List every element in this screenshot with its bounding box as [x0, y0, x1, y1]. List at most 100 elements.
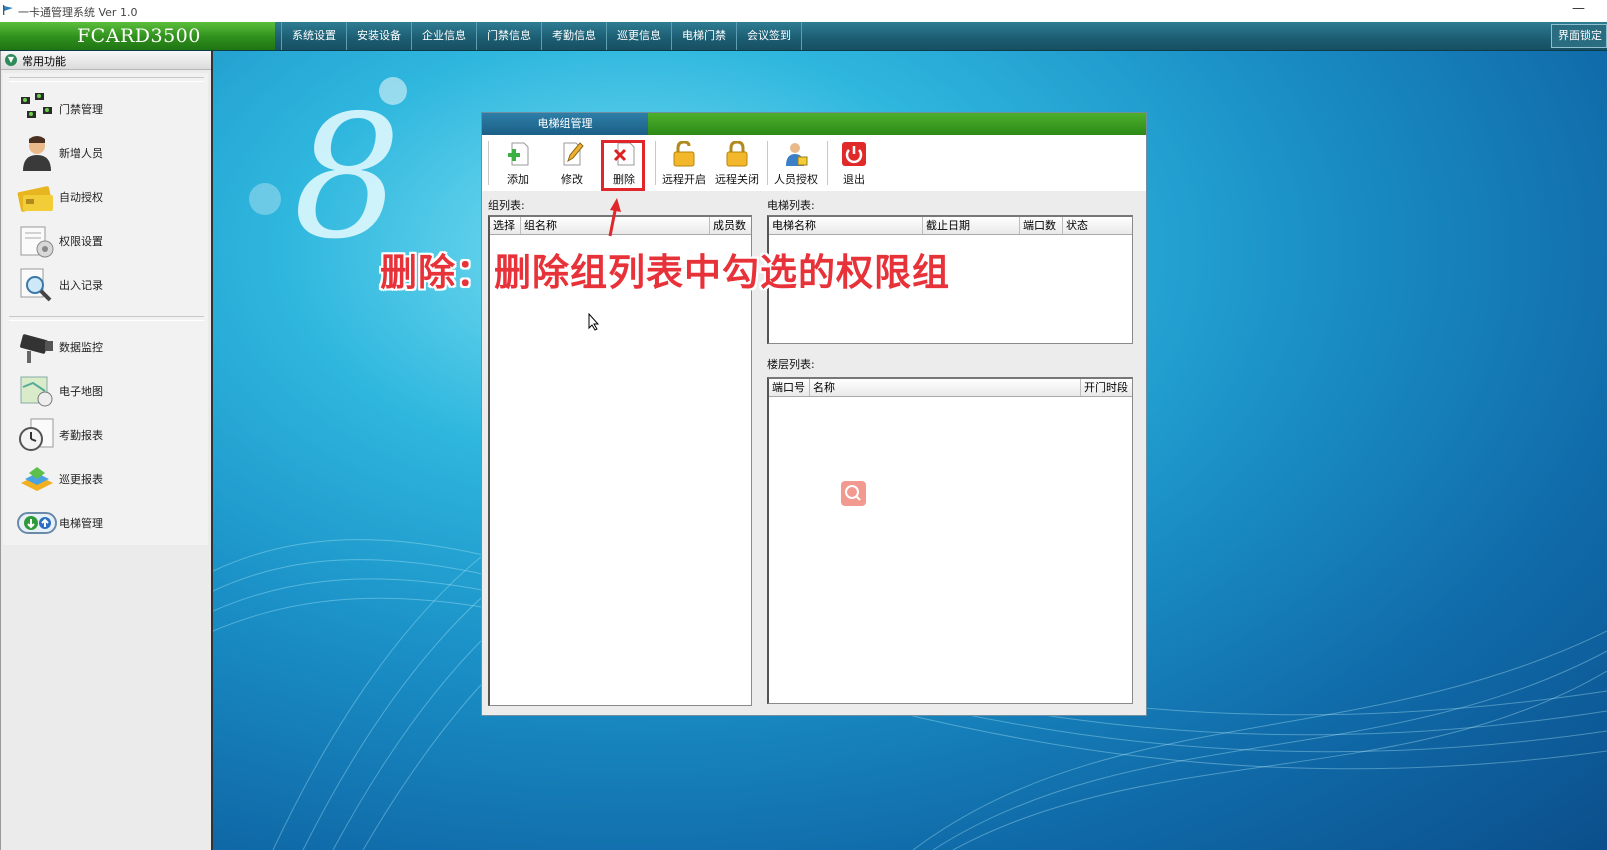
edit-icon	[563, 142, 584, 166]
sidebar-item-label: 电梯管理	[59, 517, 103, 530]
person-authorize-label: 人员授权	[774, 173, 818, 186]
lock-screen-button[interactable]: 界面锁定	[1551, 24, 1607, 48]
door-access-icon	[21, 93, 52, 118]
elevator-group-dialog: 电梯组管理 添加 修改 删除 远程开启 远程关闭 人员授权 退出 组列表: 选择…	[481, 112, 1147, 716]
col-member-count[interactable]: 成员数	[710, 217, 751, 234]
card-icon	[17, 186, 53, 212]
search-icon	[845, 485, 861, 501]
divider	[9, 77, 204, 82]
sidebar-item-label: 权限设置	[59, 235, 103, 248]
menu-bar: FCARD3500 系统设置 安装设备 企业信息 门禁信息 考勤信息 巡更信息 …	[0, 22, 1607, 51]
sidebar-item-label: 自动授权	[59, 191, 103, 204]
delete-highlight-box	[601, 140, 645, 191]
floor-list-label: 楼层列表:	[767, 358, 815, 371]
sidebar-item-data-monitor[interactable]: 数据监控	[15, 327, 205, 367]
col-port-number[interactable]: 端口号	[769, 379, 810, 396]
divider	[9, 316, 204, 321]
sidebar-item-label: 新增人员	[59, 147, 103, 160]
clock-icon	[19, 418, 54, 451]
col-port-count[interactable]: 端口数	[1020, 217, 1063, 234]
col-open-period[interactable]: 开门时段	[1081, 379, 1132, 396]
col-status[interactable]: 状态	[1063, 217, 1132, 234]
lock-icon	[726, 141, 748, 167]
power-icon	[842, 142, 866, 166]
remote-open-label: 远程开启	[662, 173, 706, 186]
person-authorize-button[interactable]: 人员授权	[770, 139, 822, 187]
sidebar-item-label: 出入记录	[59, 279, 103, 292]
exit-button[interactable]: 退出	[828, 139, 880, 187]
sidebar-item-entry-records[interactable]: 出入记录	[15, 265, 205, 305]
floor-list-header: 端口号 名称 开门时段	[769, 379, 1132, 397]
menu-system-settings[interactable]: 系统设置	[281, 22, 347, 50]
elevator-list-label: 电梯列表:	[767, 199, 815, 212]
toolbar-divider	[488, 141, 489, 185]
toolbar-divider	[655, 141, 656, 185]
menu-install-devices[interactable]: 安装设备	[347, 22, 412, 50]
menu-access-info[interactable]: 门禁信息	[477, 22, 542, 50]
add-label: 添加	[507, 173, 529, 186]
map-icon	[20, 376, 53, 407]
sidebar: ▼ 常用功能 门禁管理 新增人员 自动授权 权限设置 出入记录 数据监控 电子地…	[0, 51, 213, 850]
person-icon	[23, 136, 51, 171]
window-title: 一卡通管理系统 Ver 1.0	[18, 6, 138, 19]
remote-close-label: 远程关闭	[715, 173, 759, 186]
main-menu: 系统设置 安装设备 企业信息 门禁信息 考勤信息 巡更信息 电梯门禁 会议签到	[281, 22, 802, 50]
brand-text: FCARD3500	[77, 25, 201, 47]
sidebar-item-new-person[interactable]: 新增人员	[15, 133, 205, 173]
elevator-list-header: 电梯名称 截止日期 端口数 状态	[769, 217, 1132, 235]
collapse-icon[interactable]: ▼	[5, 54, 17, 66]
col-elevator-name[interactable]: 电梯名称	[769, 217, 923, 234]
floor-list-table[interactable]: 端口号 名称 开门时段	[767, 377, 1133, 704]
sidebar-item-elevator-manage[interactable]: 电梯管理	[15, 503, 205, 543]
title-bar: 一卡通管理系统 Ver 1.0 —	[0, 0, 1607, 22]
sidebar-panel: 门禁管理 新增人员 自动授权 权限设置 出入记录 数据监控 电子地图 考勤报表 …	[3, 73, 208, 545]
col-select[interactable]: 选择	[490, 217, 521, 234]
sidebar-item-label: 电子地图	[59, 385, 103, 398]
elevator-icon	[17, 512, 57, 534]
floating-search-button[interactable]	[841, 481, 866, 506]
toolbar-divider	[767, 141, 768, 185]
remote-close-button[interactable]: 远程关闭	[711, 139, 763, 187]
col-expiry-date[interactable]: 截止日期	[923, 217, 1020, 234]
col-name[interactable]: 名称	[810, 379, 1081, 396]
magnifier-doc-icon	[20, 268, 52, 302]
edit-button[interactable]: 修改	[546, 139, 598, 187]
sidebar-header[interactable]: ▼ 常用功能	[1, 51, 211, 70]
exit-label: 退出	[843, 173, 865, 186]
menu-elevator-access[interactable]: 电梯门禁	[672, 22, 737, 50]
sidebar-item-permission-settings[interactable]: 权限设置	[15, 221, 205, 261]
sidebar-item-auto-authorize[interactable]: 自动授权	[15, 177, 205, 217]
camera-icon	[20, 334, 53, 363]
minimize-button[interactable]: —	[1572, 1, 1585, 16]
sidebar-item-label: 考勤报表	[59, 429, 103, 442]
sidebar-item-door-access[interactable]: 门禁管理	[15, 89, 205, 129]
permission-icon	[20, 226, 54, 258]
add-button[interactable]: 添加	[492, 139, 544, 187]
sidebar-item-label: 数据监控	[59, 341, 103, 354]
mouse-cursor-icon	[588, 313, 600, 331]
menu-attendance-info[interactable]: 考勤信息	[542, 22, 607, 50]
user-auth-icon	[786, 143, 808, 166]
annotation-arrow	[608, 198, 621, 237]
annotation-text: 删除：删除组列表中勾选的权限组	[380, 251, 950, 294]
edit-label: 修改	[561, 173, 583, 186]
app-flag-icon	[3, 5, 13, 15]
add-icon	[508, 142, 529, 166]
sidebar-item-label: 巡更报表	[59, 473, 103, 486]
brand-logo: FCARD3500	[0, 22, 275, 50]
unlock-icon	[673, 141, 695, 167]
dialog-tab-bar: 电梯组管理	[482, 113, 1146, 135]
menu-company-info[interactable]: 企业信息	[412, 22, 477, 50]
dialog-toolbar: 添加 修改 删除 远程开启 远程关闭 人员授权 退出	[482, 135, 1146, 191]
sidebar-header-label: 常用功能	[22, 55, 66, 68]
sidebar-item-attendance-report[interactable]: 考勤报表	[15, 415, 205, 455]
menu-patrol-info[interactable]: 巡更信息	[607, 22, 672, 50]
patrol-icon	[21, 467, 53, 491]
sidebar-item-patrol-report[interactable]: 巡更报表	[15, 459, 205, 499]
tab-elevator-group[interactable]: 电梯组管理	[482, 113, 648, 135]
menu-meeting-signin[interactable]: 会议签到	[737, 22, 802, 50]
remote-open-button[interactable]: 远程开启	[658, 139, 710, 187]
sidebar-item-e-map[interactable]: 电子地图	[15, 371, 205, 411]
sidebar-item-label: 门禁管理	[59, 103, 103, 116]
group-list-label: 组列表:	[488, 199, 525, 212]
